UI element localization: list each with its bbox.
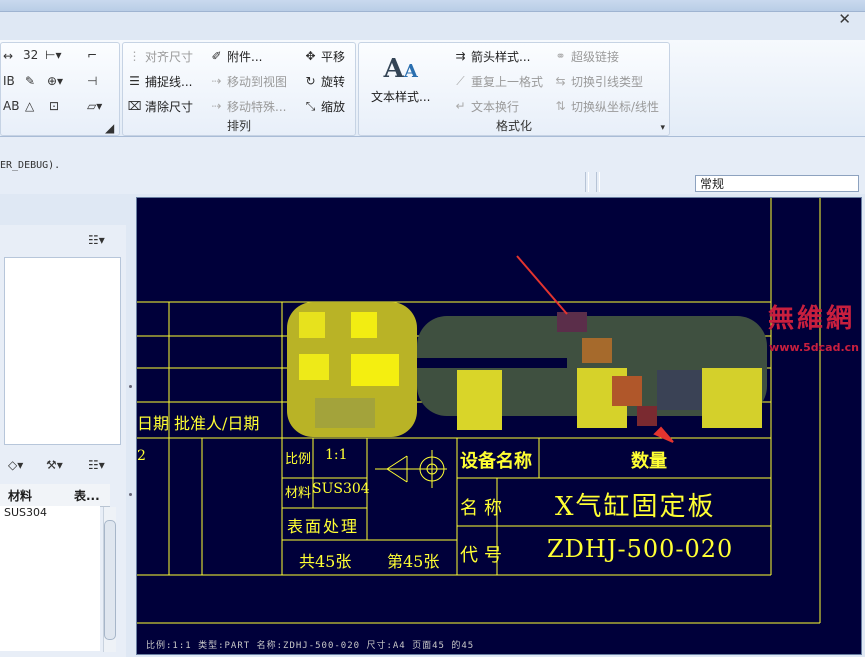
part-code-label: 代号: [460, 545, 508, 566]
datum-icon[interactable]: △: [25, 99, 34, 113]
message-text: ER_DEBUG).: [0, 160, 61, 171]
move-to-view-icon: ⇢: [211, 74, 222, 88]
hyperlink-icon: ⚭: [555, 49, 566, 63]
scale-icon: ⤡: [305, 99, 316, 113]
repeat-format-button[interactable]: ⟋ 重复上一格式: [453, 73, 543, 90]
text-style-icon: AA: [383, 54, 418, 84]
arrow-style-button[interactable]: ⇉ 箭头样式...: [453, 48, 530, 65]
ordinate-icon[interactable]: 32: [23, 48, 38, 62]
tools-icon[interactable]: ⚒▾: [46, 458, 63, 472]
ribbon-group-annotate: ↔ 32 ⊢▾ ⌐ IB ✎ ⊕▾ ⊣ AB △ ⊡ ▱▾ ◢: [0, 42, 120, 136]
text-wrap-icon: ↵: [455, 99, 466, 113]
switch-leader-button[interactable]: ⇆ 切换引线类型: [553, 73, 643, 90]
left-mark: 2: [137, 448, 146, 464]
ribbon-group-arrange: ⋮ 对齐尺寸 ✐ 附件... ✥ 平移 ☰ 捕捉线... ⇢ 移动到视图 ↻ 旋转 ⌧ 清除尺…: [122, 42, 356, 136]
material-value: SUS304: [312, 481, 370, 497]
column-header-material[interactable]: 材料: [8, 487, 32, 504]
tree-settings-icon[interactable]: ☷▾: [88, 233, 105, 247]
text-wrap-button[interactable]: ↵ 文本换行: [453, 98, 519, 115]
attach-icon: ✐: [211, 49, 222, 63]
list-settings-icon[interactable]: ☷▾: [88, 458, 105, 472]
switch-ordinate-button[interactable]: ⇅ 切换纵坐标/线性: [553, 98, 659, 115]
model-tree[interactable]: [4, 257, 121, 445]
quantity-label: 数量: [631, 451, 667, 472]
group-label-format: 格式化: [495, 119, 532, 133]
attach-button[interactable]: ✐ 附件...: [209, 48, 262, 65]
watermark-url: www.5dcad.cn: [769, 341, 859, 354]
hyperlink-button[interactable]: ⚭ 超级链接: [553, 48, 619, 65]
drawing-status-strip: 比例:1:1 类型:PART 名称:ZDHJ-500-020 尺寸:A4 页面4…: [146, 641, 475, 651]
gtol-icon[interactable]: ⊡: [49, 99, 59, 113]
style-dropdown[interactable]: 常规: [695, 175, 859, 192]
align-dimension-button[interactable]: ⋮ 对齐尺寸: [127, 48, 194, 65]
toolbar-separator: [596, 172, 600, 192]
date-label: 日期: [137, 414, 170, 433]
layer-icon[interactable]: ◇▾: [8, 458, 23, 472]
rotate-button[interactable]: ↻ 旋转: [303, 73, 345, 90]
grip-dot: [129, 385, 132, 388]
surface-finish-icon[interactable]: AB: [3, 99, 19, 113]
group-label-arrange: 排列: [226, 119, 251, 133]
scrollbar-thumb[interactable]: [104, 520, 116, 640]
cosmetic-icon[interactable]: ▱▾: [87, 99, 102, 113]
repeat-format-icon: ⟋: [456, 74, 465, 88]
material-label: 材料: [285, 486, 312, 501]
scale-button[interactable]: ⤡ 缩放: [303, 98, 345, 115]
toolbar-separator: [585, 172, 589, 192]
title-bar-strip: [0, 0, 865, 12]
dimension-icon[interactable]: ↔: [3, 49, 13, 63]
note-icon[interactable]: ✎: [25, 74, 35, 88]
panel-splitter[interactable]: [126, 225, 136, 657]
move-to-view-button[interactable]: ⇢ 移动到视图: [209, 73, 287, 90]
baseline-icon[interactable]: ⊢▾: [45, 48, 61, 62]
format-group-expand-icon[interactable]: ▾: [660, 123, 665, 133]
rotate-icon: ↻: [305, 74, 316, 88]
move-special-button[interactable]: ⇢ 移动特殊...: [209, 98, 286, 115]
table-body: SUS304: [0, 506, 100, 651]
table-icon[interactable]: IB: [3, 74, 15, 88]
close-icon[interactable]: ✕: [838, 10, 851, 28]
equipment-name-label: 设备名称: [460, 451, 532, 472]
snap-line-button[interactable]: ☰ 捕捉线...: [127, 73, 192, 90]
switch-ordinate-icon: ⇅: [555, 99, 566, 113]
text-style-button[interactable]: AA 文本样式...: [371, 55, 430, 105]
drawing-canvas[interactable]: 日期 批准人/日期 2 比例 1:1 材料 SUS304 表面处理 共45张 第…: [136, 197, 862, 655]
sheet-number-label: 第45张: [387, 552, 440, 571]
pixelated-region: [287, 302, 767, 437]
move-button[interactable]: ✥ 平移: [303, 48, 345, 65]
move-icon: ✥: [305, 49, 316, 63]
clear-dimension-button[interactable]: ⌧ 清除尺寸: [127, 98, 193, 115]
part-code-value: ZDHJ-500-020: [547, 535, 734, 563]
ribbon-group-format: AA 文本样式... ⇉ 箭头样式... ⚭ 超级链接 ⟋ 重复上一格式 ⇆ 切换引线类…: [358, 42, 670, 136]
group-expand-icon[interactable]: ◢: [105, 121, 114, 135]
switch-leader-icon: ⇆: [555, 74, 566, 88]
snap-line-icon: ☰: [129, 74, 140, 88]
surface-treatment-label: 表面处理: [287, 517, 360, 536]
column-header-surface[interactable]: 表...: [74, 487, 100, 504]
move-special-icon: ⇢: [211, 99, 222, 113]
table-header: 材料 表...: [0, 484, 110, 507]
part-name-label: 名称: [460, 498, 508, 519]
grip-dot: [129, 493, 132, 496]
leader-icon[interactable]: ⌐: [87, 48, 97, 62]
clear-dimension-icon: ⌧: [127, 99, 142, 113]
align-icon: ⋮: [128, 49, 141, 63]
break-icon[interactable]: ⊣: [87, 74, 97, 88]
scale-value: 1:1: [325, 447, 348, 463]
watermark-logo: 無維網: [767, 304, 855, 334]
arrow-style-icon: ⇉: [455, 49, 466, 63]
approver-date-label: 批准人/日期: [174, 414, 260, 433]
table-cell[interactable]: SUS304: [4, 506, 47, 519]
scale-label: 比例: [285, 452, 312, 467]
total-sheets-label: 共45张: [299, 552, 352, 571]
tolerance-icon[interactable]: ⊕▾: [47, 74, 63, 88]
part-name-value: X气缸固定板: [555, 492, 716, 522]
